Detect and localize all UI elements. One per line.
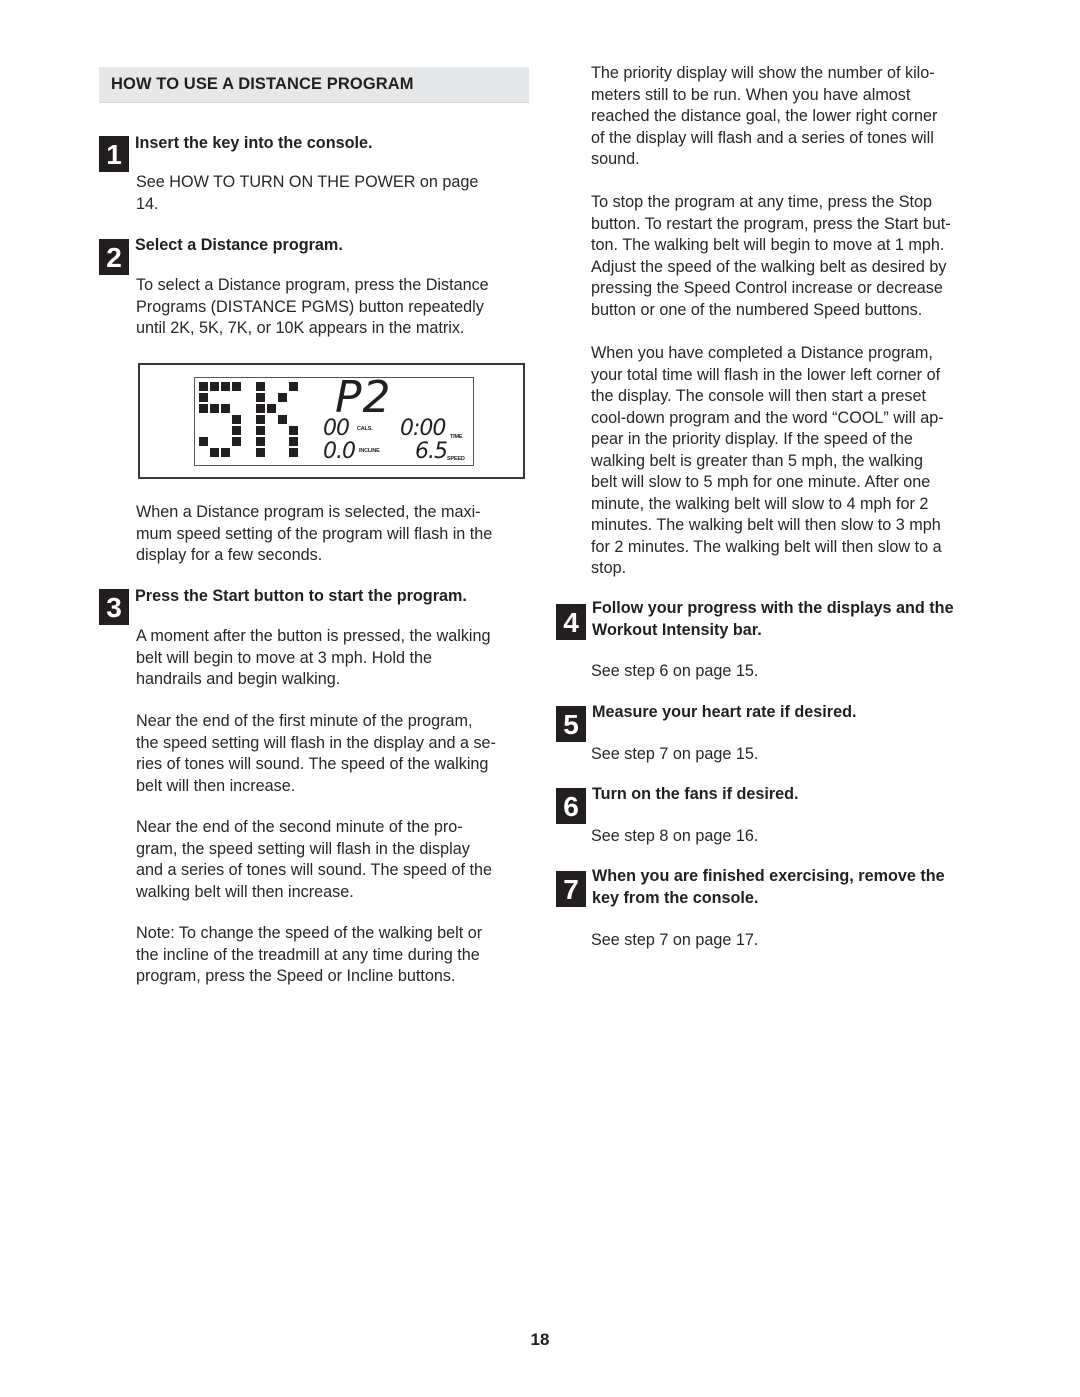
matrix-dot	[199, 437, 208, 446]
step-2-paragraph-1: To select a Distance program, press the …	[136, 276, 489, 337]
matrix-dot	[267, 404, 276, 413]
step-title: Turn on the fans if desired.	[592, 785, 799, 803]
step-7-text: See step 7 on page 17.	[591, 931, 759, 949]
stop-program-paragraph: To stop the program at any time, press t…	[591, 193, 951, 319]
matrix-dot	[278, 393, 287, 402]
step-title: Press the Start button to start the prog…	[135, 587, 467, 605]
matrix-dot	[221, 448, 230, 457]
step-6-text: See step 8 on page 16.	[591, 827, 759, 845]
step-5-text: See step 7 on page 15.	[591, 745, 759, 763]
step-number-badge: 7	[556, 871, 586, 907]
matrix-dot	[289, 382, 298, 391]
matrix-dot	[199, 382, 208, 391]
step-2-paragraph-2: When a Distance program is selected, the…	[136, 503, 493, 564]
step-number-badge: 1	[99, 136, 129, 172]
calories-label: CALS.	[357, 426, 373, 432]
matrix-dot	[289, 426, 298, 435]
step-4-text: See step 6 on page 15.	[591, 662, 759, 680]
matrix-dot	[256, 415, 265, 424]
step-1-paragraph: See HOW TO TURN ON THE POWER on page 14.	[136, 173, 479, 213]
incline-readout: 0.0	[323, 439, 356, 464]
matrix-dot	[232, 426, 241, 435]
step-3-note: Note: To change the speed of the walking…	[136, 924, 483, 985]
priority-display-paragraph: The priority display will show the numbe…	[591, 64, 938, 168]
step-title: Measure your heart rate if desired.	[592, 703, 857, 721]
time-label: TIME	[450, 434, 463, 440]
step-3-paragraph-2: Near the end of the first minute of the …	[136, 712, 496, 795]
step-3-paragraph-1: A moment after the button is pressed, th…	[136, 627, 491, 688]
matrix-dot	[232, 382, 241, 391]
calories-readout: 00	[323, 416, 350, 441]
matrix-dot	[289, 437, 298, 446]
step-title: Select a Distance program.	[135, 236, 343, 254]
section-header: HOW TO USE A DISTANCE PROGRAM	[99, 67, 529, 103]
page-number: 18	[530, 1330, 550, 1349]
step-3-paragraph-3: Near the end of the second minute of the…	[136, 818, 493, 901]
matrix-dot	[256, 448, 265, 457]
matrix-dot	[289, 448, 298, 457]
matrix-dot	[199, 393, 208, 402]
step-number-badge: 3	[99, 589, 129, 625]
time-readout: 0:00	[400, 416, 446, 441]
speed-label: SPEED	[447, 456, 465, 462]
matrix-dot	[210, 448, 219, 457]
lcd-panel: P2 00 CALS. 0:00 TIME 0.0 INCLINE 6.5 SP…	[194, 372, 474, 466]
matrix-dot	[256, 426, 265, 435]
step-number-badge: 4	[556, 604, 586, 640]
incline-label: INCLINE	[359, 448, 380, 454]
matrix-dot	[199, 404, 208, 413]
completed-program-paragraph: When you have completed a Distance progr…	[591, 344, 944, 577]
matrix-dot	[210, 382, 219, 391]
matrix-dot	[221, 404, 230, 413]
step-number-badge: 2	[99, 239, 129, 275]
matrix-dot	[278, 415, 287, 424]
matrix-dot	[232, 415, 241, 424]
matrix-dot	[256, 393, 265, 402]
matrix-dot	[232, 437, 241, 446]
section-title: HOW TO USE A DISTANCE PROGRAM	[111, 75, 414, 93]
matrix-dot	[210, 404, 219, 413]
step-title: Insert the key into the console.	[135, 134, 373, 152]
speed-readout: 6.5	[415, 439, 448, 464]
step-number-badge: 5	[556, 706, 586, 742]
matrix-dot	[256, 382, 265, 391]
step-title: Follow your progress with the displays a…	[592, 599, 954, 639]
program-readout: P2	[335, 372, 392, 423]
matrix-dot	[256, 404, 265, 413]
step-number-badge: 6	[556, 788, 586, 824]
matrix-dot	[256, 437, 265, 446]
step-title: When you are finished exercising, remove…	[592, 867, 945, 907]
matrix-dot	[221, 382, 230, 391]
console-display-figure: P2 00 CALS. 0:00 TIME 0.0 INCLINE 6.5 SP…	[138, 363, 525, 479]
